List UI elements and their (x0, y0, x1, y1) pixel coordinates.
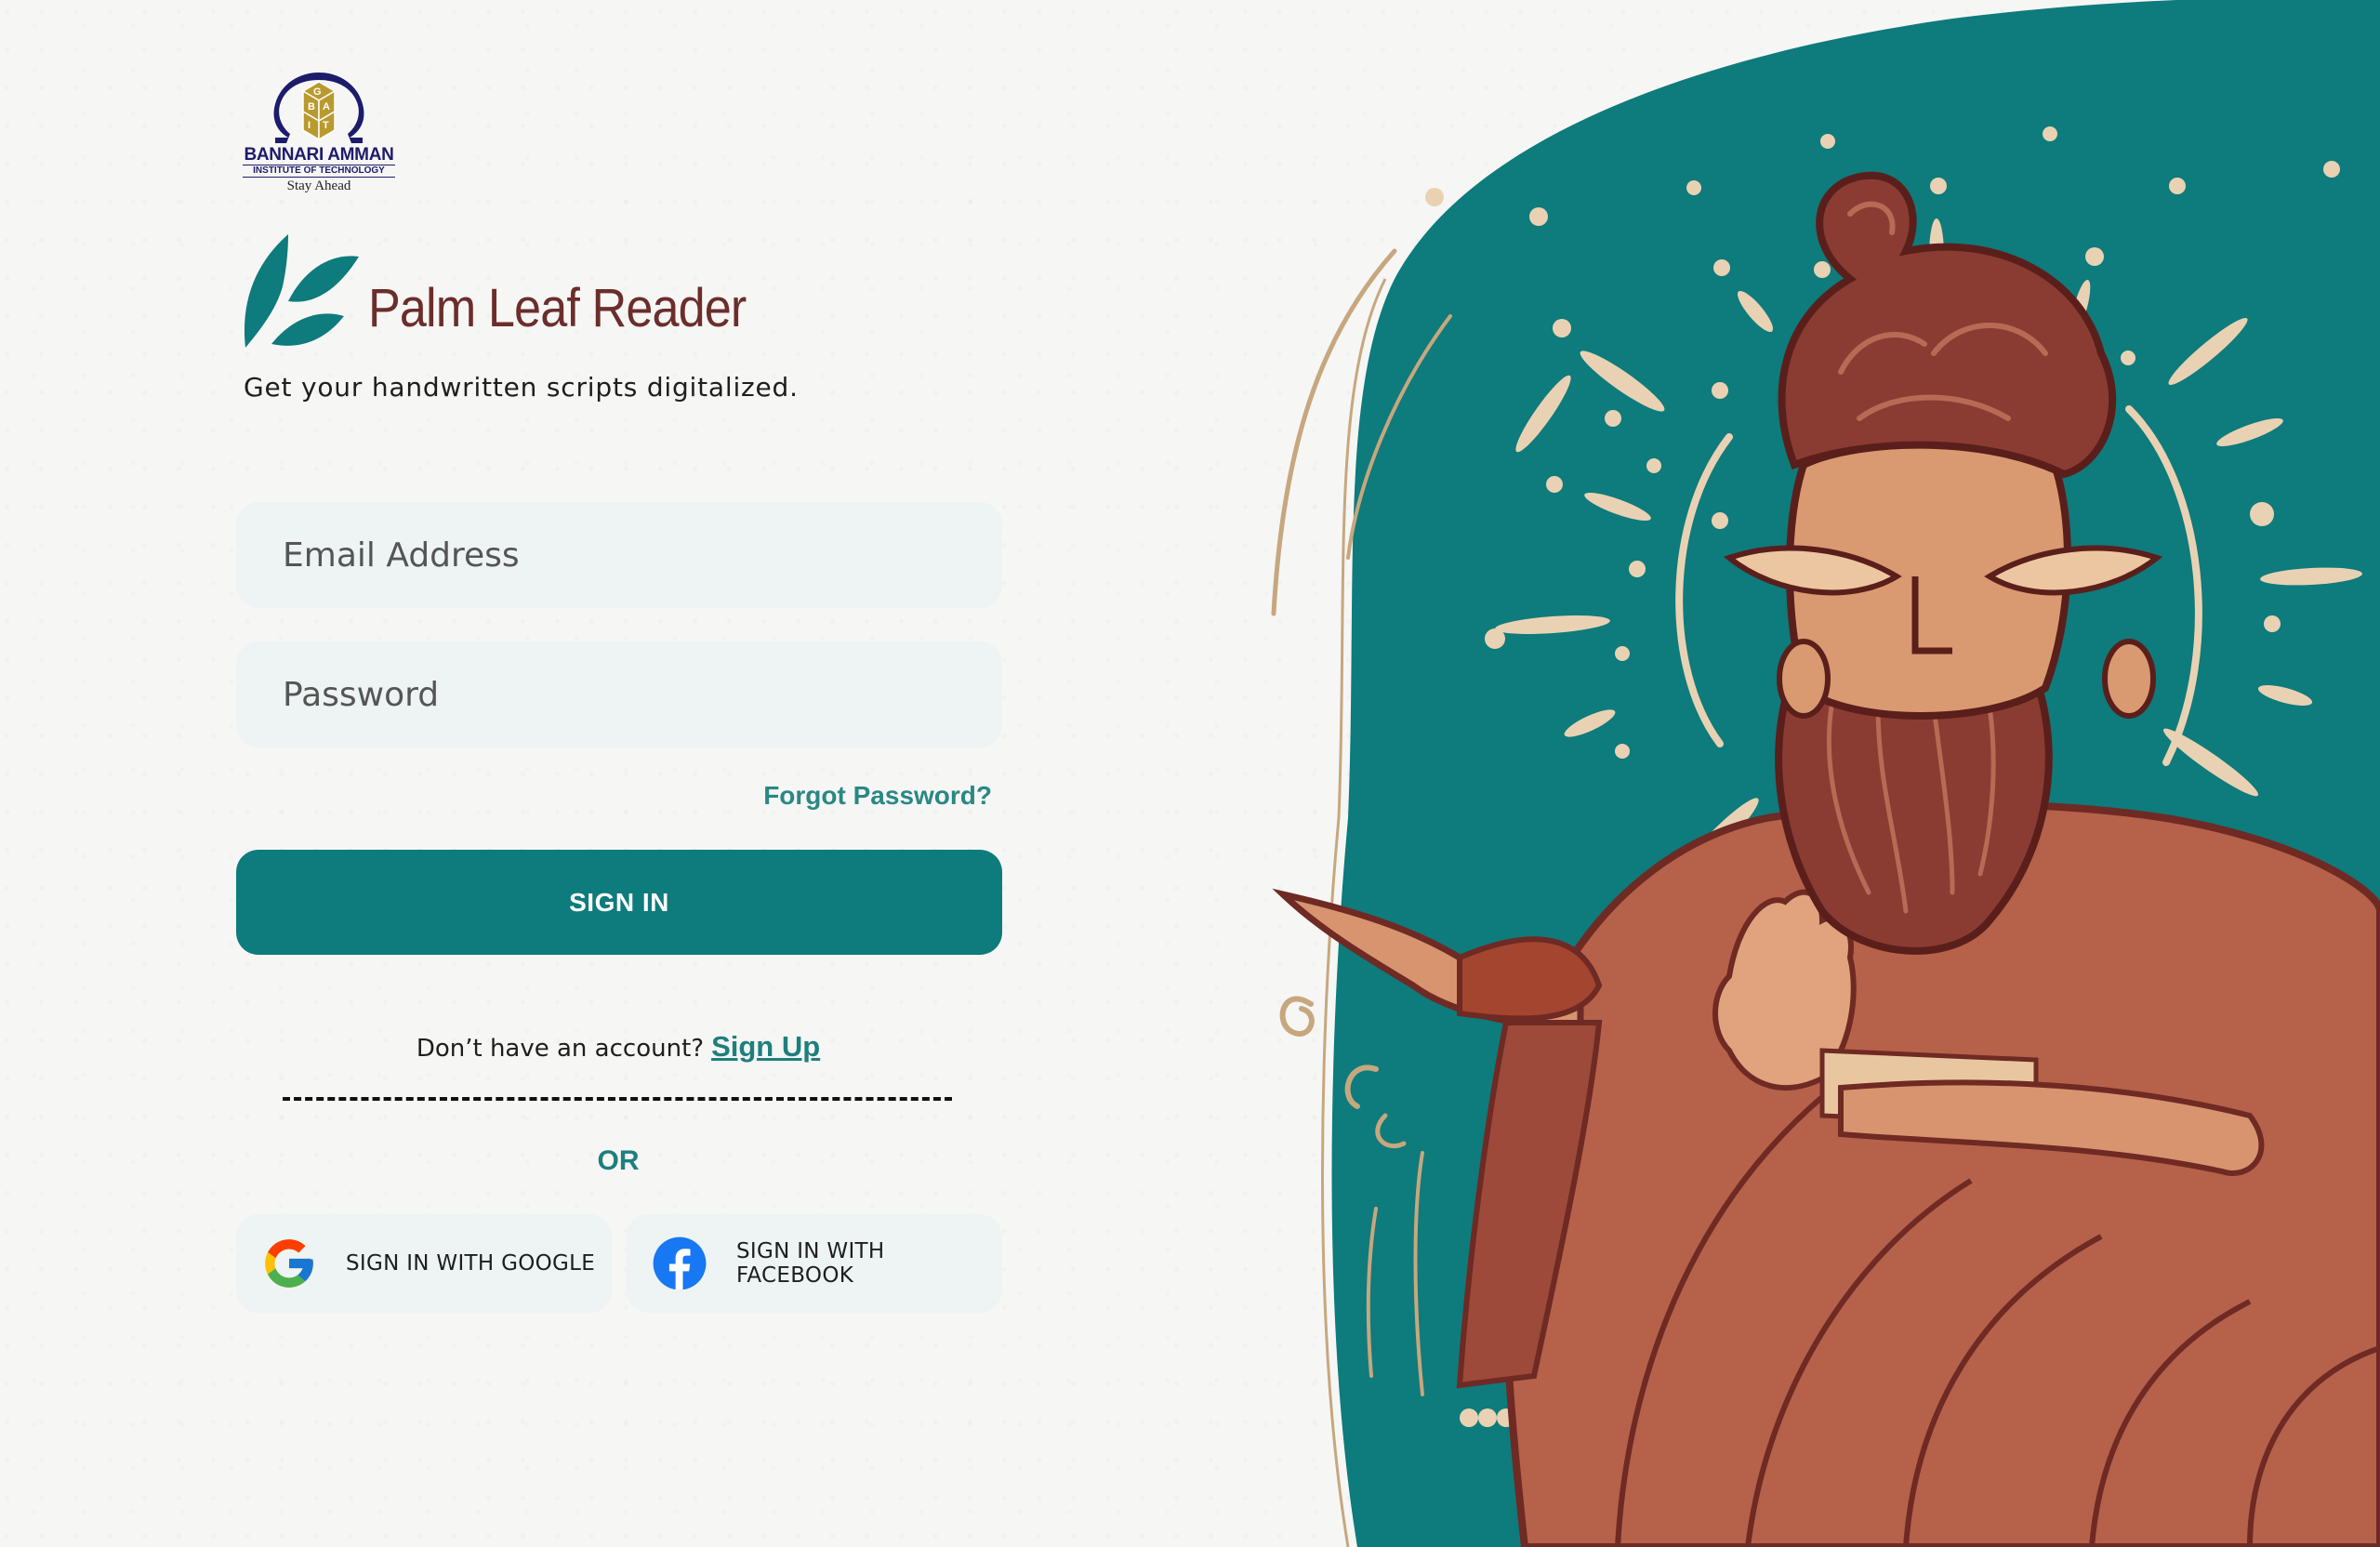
google-signin-label: SIGN IN WITH GOOGLE (346, 1251, 596, 1276)
facebook-signin-button[interactable]: SIGN IN WITH FACEBOOK (627, 1214, 1002, 1313)
institute-tagline: Stay Ahead (286, 178, 351, 193)
palm-leaf-icon (244, 234, 359, 348)
sign-up-link[interactable]: Sign Up (711, 1030, 820, 1063)
or-label: OR (597, 1145, 640, 1176)
app-title: Palm Leaf Reader (368, 278, 747, 338)
signup-prompt: Don’t have an account? (416, 1035, 705, 1063)
signup-row: Don’t have an account? Sign Up (0, 1030, 1236, 1064)
sign-in-label: SIGN IN (569, 887, 669, 917)
institute-logo: GBA I T BANNARI AMMAN INSTITUTE OF TECHNOL… (237, 67, 401, 197)
facebook-signin-label: SIGN IN WITH FACEBOOK (736, 1239, 885, 1288)
svg-text:B: B (308, 101, 315, 112)
institute-name: BANNARI AMMAN (244, 145, 394, 165)
divider (283, 1097, 952, 1101)
google-signin-button[interactable]: SIGN IN WITH GOOGLE (236, 1214, 612, 1313)
svg-text:A: A (323, 101, 330, 112)
google-icon (260, 1235, 318, 1292)
sign-in-button[interactable]: SIGN IN (236, 850, 1002, 955)
app-brand: Palm Leaf Reader (240, 232, 787, 349)
svg-text:G: G (313, 86, 322, 98)
email-input[interactable]: Email Address (236, 502, 1002, 608)
svg-text:I: I (308, 120, 311, 131)
institute-subtitle: INSTITUTE OF TECHNOLOGY (243, 165, 395, 178)
facebook-icon (651, 1235, 708, 1292)
email-placeholder: Email Address (283, 536, 520, 575)
password-placeholder: Password (283, 675, 440, 714)
password-input[interactable]: Password (236, 641, 1002, 747)
institute-emblem-icon: GB A I T (273, 73, 364, 143)
svg-text:T: T (323, 120, 329, 131)
forgot-password-link[interactable]: Forgot Password? (763, 781, 992, 811)
app-tagline: Get your handwritten scripts digitalized… (244, 372, 799, 403)
